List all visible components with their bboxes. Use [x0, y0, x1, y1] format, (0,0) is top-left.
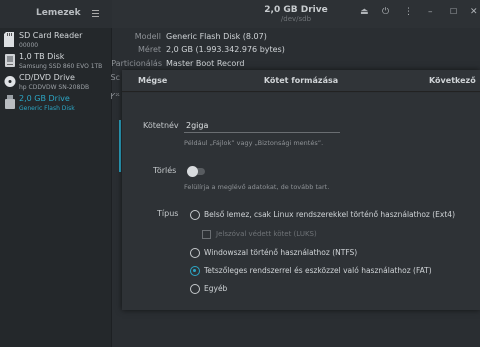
drive-name: SD Card Reader — [19, 31, 83, 40]
drive-item-sd-card[interactable]: SD Card Reader 00000 — [0, 30, 112, 51]
option-ntfs-label: Windowszal történő használathoz (NTFS) — [204, 248, 358, 257]
radio-fat[interactable] — [190, 266, 200, 276]
radio-other[interactable] — [190, 284, 200, 294]
window-subtitle: /dev/sdb — [280, 15, 312, 23]
sidebar-header: Lemezek — [0, 0, 112, 28]
drive-subtitle: Generic Flash Disk — [19, 105, 75, 112]
dialog-header: Mégse Kötet formázása Következő — [122, 70, 480, 92]
volume-name-input[interactable] — [184, 119, 340, 133]
usb-drive-icon — [5, 95, 15, 109]
window-title: 2,0 GB Drive — [264, 5, 328, 15]
drive-name: 1,0 TB Disk — [19, 52, 65, 61]
info-label-model: Modell — [134, 32, 161, 41]
more-options-icon[interactable]: ⋮ — [404, 7, 413, 17]
info-label-size: Méret — [138, 45, 161, 54]
info-label-partitioning: Particionálás — [111, 59, 162, 68]
power-icon[interactable]: ⏻ — [382, 7, 389, 17]
option-ext4-label: Belső lemez, csak Linux rendszerekkel tö… — [204, 210, 455, 219]
sidebar-title: Lemezek — [36, 8, 81, 18]
radio-ntfs[interactable] — [190, 248, 200, 258]
volume-name-hint: Például „Fájlok” vagy „Biztonsági mentés… — [184, 139, 324, 147]
hard-disk-icon — [5, 54, 15, 67]
info-value-model: Generic Flash Disk (8.07) — [166, 32, 267, 41]
drive-name: CD/DVD Drive — [19, 73, 75, 82]
option-other-label: Egyéb — [204, 284, 228, 293]
dialog-body: Kötetnév Például „Fájlok” vagy „Biztonsá… — [122, 93, 480, 310]
main-header: 2,0 GB Drive /dev/sdb ⏏ ⏻ ⋮ – ☐ ✕ — [112, 0, 480, 28]
format-volume-dialog: Mégse Kötet formázása Következő Kötetnév… — [122, 70, 480, 310]
drive-name: 2,0 GB Drive — [19, 94, 70, 103]
option-fat-label: Tetszőleges rendszerrel és eszközzel val… — [204, 266, 432, 275]
checkbox-luks[interactable] — [202, 230, 211, 239]
next-button[interactable]: Következő — [429, 76, 476, 85]
erase-hint: Felülírja a meglévő adatokat, de tovább … — [184, 183, 330, 191]
eject-icon[interactable]: ⏏ — [360, 7, 369, 17]
radio-ext4[interactable] — [190, 210, 200, 220]
toggle-knob — [187, 166, 198, 177]
optical-disc-icon — [4, 76, 16, 87]
minimize-icon[interactable]: – — [428, 7, 433, 17]
option-luks-label: Jelszóval védett kötet (LUKS) — [216, 230, 317, 238]
volume-selection-indicator — [119, 120, 121, 172]
erase-label: Törlés — [153, 166, 177, 175]
info-value-size: 2,0 GB (1.993.342.976 bytes) — [166, 45, 285, 54]
drive-subtitle: 00000 — [19, 42, 39, 49]
sd-card-icon — [4, 32, 14, 47]
dialog-title: Kötet formázása — [263, 76, 339, 85]
drive-subtitle: hp CDDVDW SN-208DB — [19, 84, 90, 91]
type-label: Típus — [157, 209, 179, 218]
close-icon[interactable]: ✕ — [470, 7, 478, 17]
info-label-partial-1: Sc — [110, 73, 120, 82]
menu-icon[interactable] — [92, 10, 99, 17]
info-value-partitioning: Master Boot Record — [166, 59, 245, 68]
volume-name-label: Kötetnév — [143, 121, 179, 130]
drive-item-1tb-disk[interactable]: 1,0 TB Disk Samsung SSD 860 EVO 1TB — [0, 51, 112, 72]
drive-subtitle: Samsung SSD 860 EVO 1TB — [19, 63, 103, 70]
maximize-icon[interactable]: ☐ — [450, 7, 457, 16]
erase-toggle[interactable] — [187, 166, 205, 177]
